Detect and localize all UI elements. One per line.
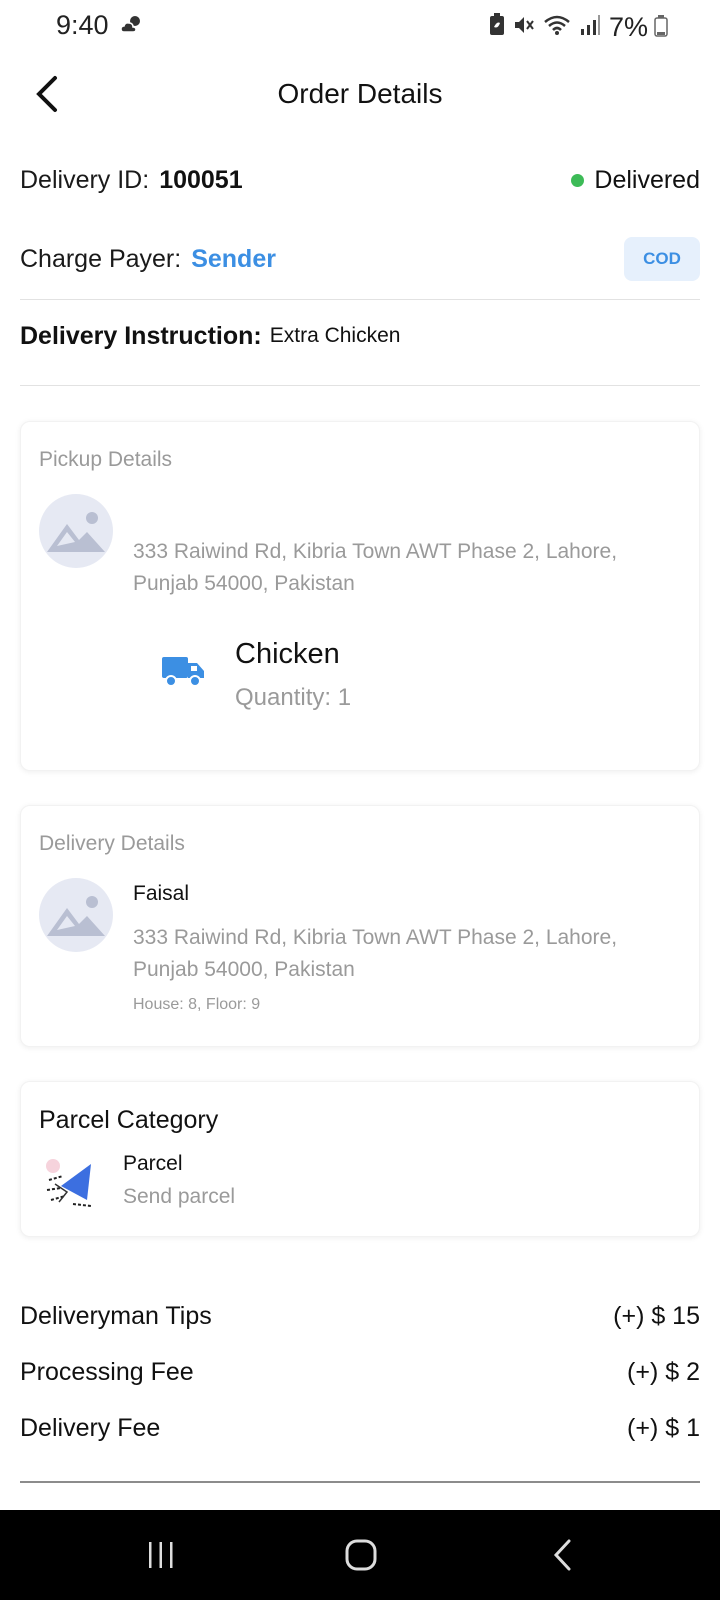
pickup-address: 333 Raiwind Rd, Kibria Town AWT Phase 2,…	[133, 540, 618, 595]
app-bar: Order Details	[0, 60, 720, 130]
wifi-icon	[543, 14, 571, 41]
fee-label: Processing Fee	[20, 1358, 194, 1386]
delivery-details-title: Delivery Details	[39, 832, 185, 855]
delivery-id-value: 100051	[159, 165, 243, 194]
status-dot	[571, 173, 585, 187]
signal-icon	[579, 14, 601, 41]
delivery-id-row: Delivery ID: 100051 Delivered	[20, 160, 700, 200]
fees-divider	[20, 1481, 700, 1483]
parcel-category-name: Parcel	[123, 1152, 183, 1175]
charge-payer-label: Charge Payer:	[20, 244, 182, 273]
pickup-image-placeholder-icon	[39, 494, 113, 568]
page-title: Order Details	[277, 78, 443, 109]
status-badge: Delivered	[571, 166, 700, 195]
receiver-name: Faisal	[133, 882, 190, 905]
fee-row-deliveryman-tips: Deliveryman Tips (+) $ 15	[20, 1302, 700, 1331]
item-quantity: Quantity: 1	[235, 684, 352, 711]
fee-row-delivery-fee: Delivery Fee (+) $ 1	[20, 1414, 700, 1443]
nav-back-icon	[553, 1539, 571, 1571]
battery-icon	[654, 15, 668, 42]
delivery-instruction-value: Extra Chicken	[269, 324, 401, 347]
fee-value: (+) $ 15	[613, 1302, 700, 1330]
charge-payer-value: Sender	[191, 244, 276, 273]
payment-method-badge: COD	[624, 237, 700, 281]
mute-icon	[513, 14, 535, 41]
divider	[20, 385, 700, 386]
fee-label: Delivery Fee	[20, 1414, 161, 1442]
delivery-house-floor: House: 8, Floor: 9	[133, 996, 261, 1013]
parcel-category-description: Send parcel	[123, 1185, 236, 1208]
pickup-details-title: Pickup Details	[39, 448, 173, 471]
battery-percentage: 7%	[608, 12, 648, 42]
status-text: Delivered	[594, 165, 700, 194]
status-icons: 7%	[489, 12, 648, 43]
battery-saver-icon	[489, 13, 505, 42]
fee-value: (+) $ 1	[627, 1414, 700, 1442]
delivery-address: 333 Raiwind Rd, Kibria Town AWT Phase 2,…	[133, 926, 618, 981]
parcel-category-title: Parcel Category	[39, 1106, 219, 1134]
divider	[20, 299, 700, 300]
pickup-details-card: Pickup Details 333 Raiwind Rd, Kibria To…	[20, 421, 700, 771]
fee-value: (+) $ 2	[627, 1358, 700, 1386]
item-name: Chicken	[235, 638, 340, 670]
recents-button[interactable]	[101, 1510, 221, 1600]
system-nav-bar	[0, 1510, 720, 1600]
recents-icon	[149, 1542, 173, 1568]
delivery-id-label: Delivery ID:	[20, 165, 150, 194]
delivery-image-placeholder-icon	[39, 878, 113, 952]
delivery-instruction-label: Delivery Instruction:	[20, 321, 262, 350]
truck-icon	[161, 654, 205, 693]
weather-cloud-sun-icon	[120, 14, 144, 41]
status-bar: 9:40 7%	[0, 0, 720, 52]
parcel-category-icon	[43, 1156, 99, 1210]
status-time: 9:40	[56, 10, 109, 40]
home-icon	[345, 1539, 377, 1571]
fee-row-processing-fee: Processing Fee (+) $ 2	[20, 1358, 700, 1387]
delivery-instruction-row: Delivery Instruction: Extra Chicken	[20, 316, 700, 356]
charge-payer-row: Charge Payer: Sender COD	[20, 236, 700, 282]
home-button[interactable]	[301, 1510, 421, 1600]
nav-back-button[interactable]	[503, 1510, 623, 1600]
parcel-category-card: Parcel Category Parcel Send parcel	[20, 1081, 700, 1237]
fee-label: Deliveryman Tips	[20, 1302, 212, 1330]
delivery-details-card: Delivery Details Faisal 333 Raiwind Rd, …	[20, 805, 700, 1047]
